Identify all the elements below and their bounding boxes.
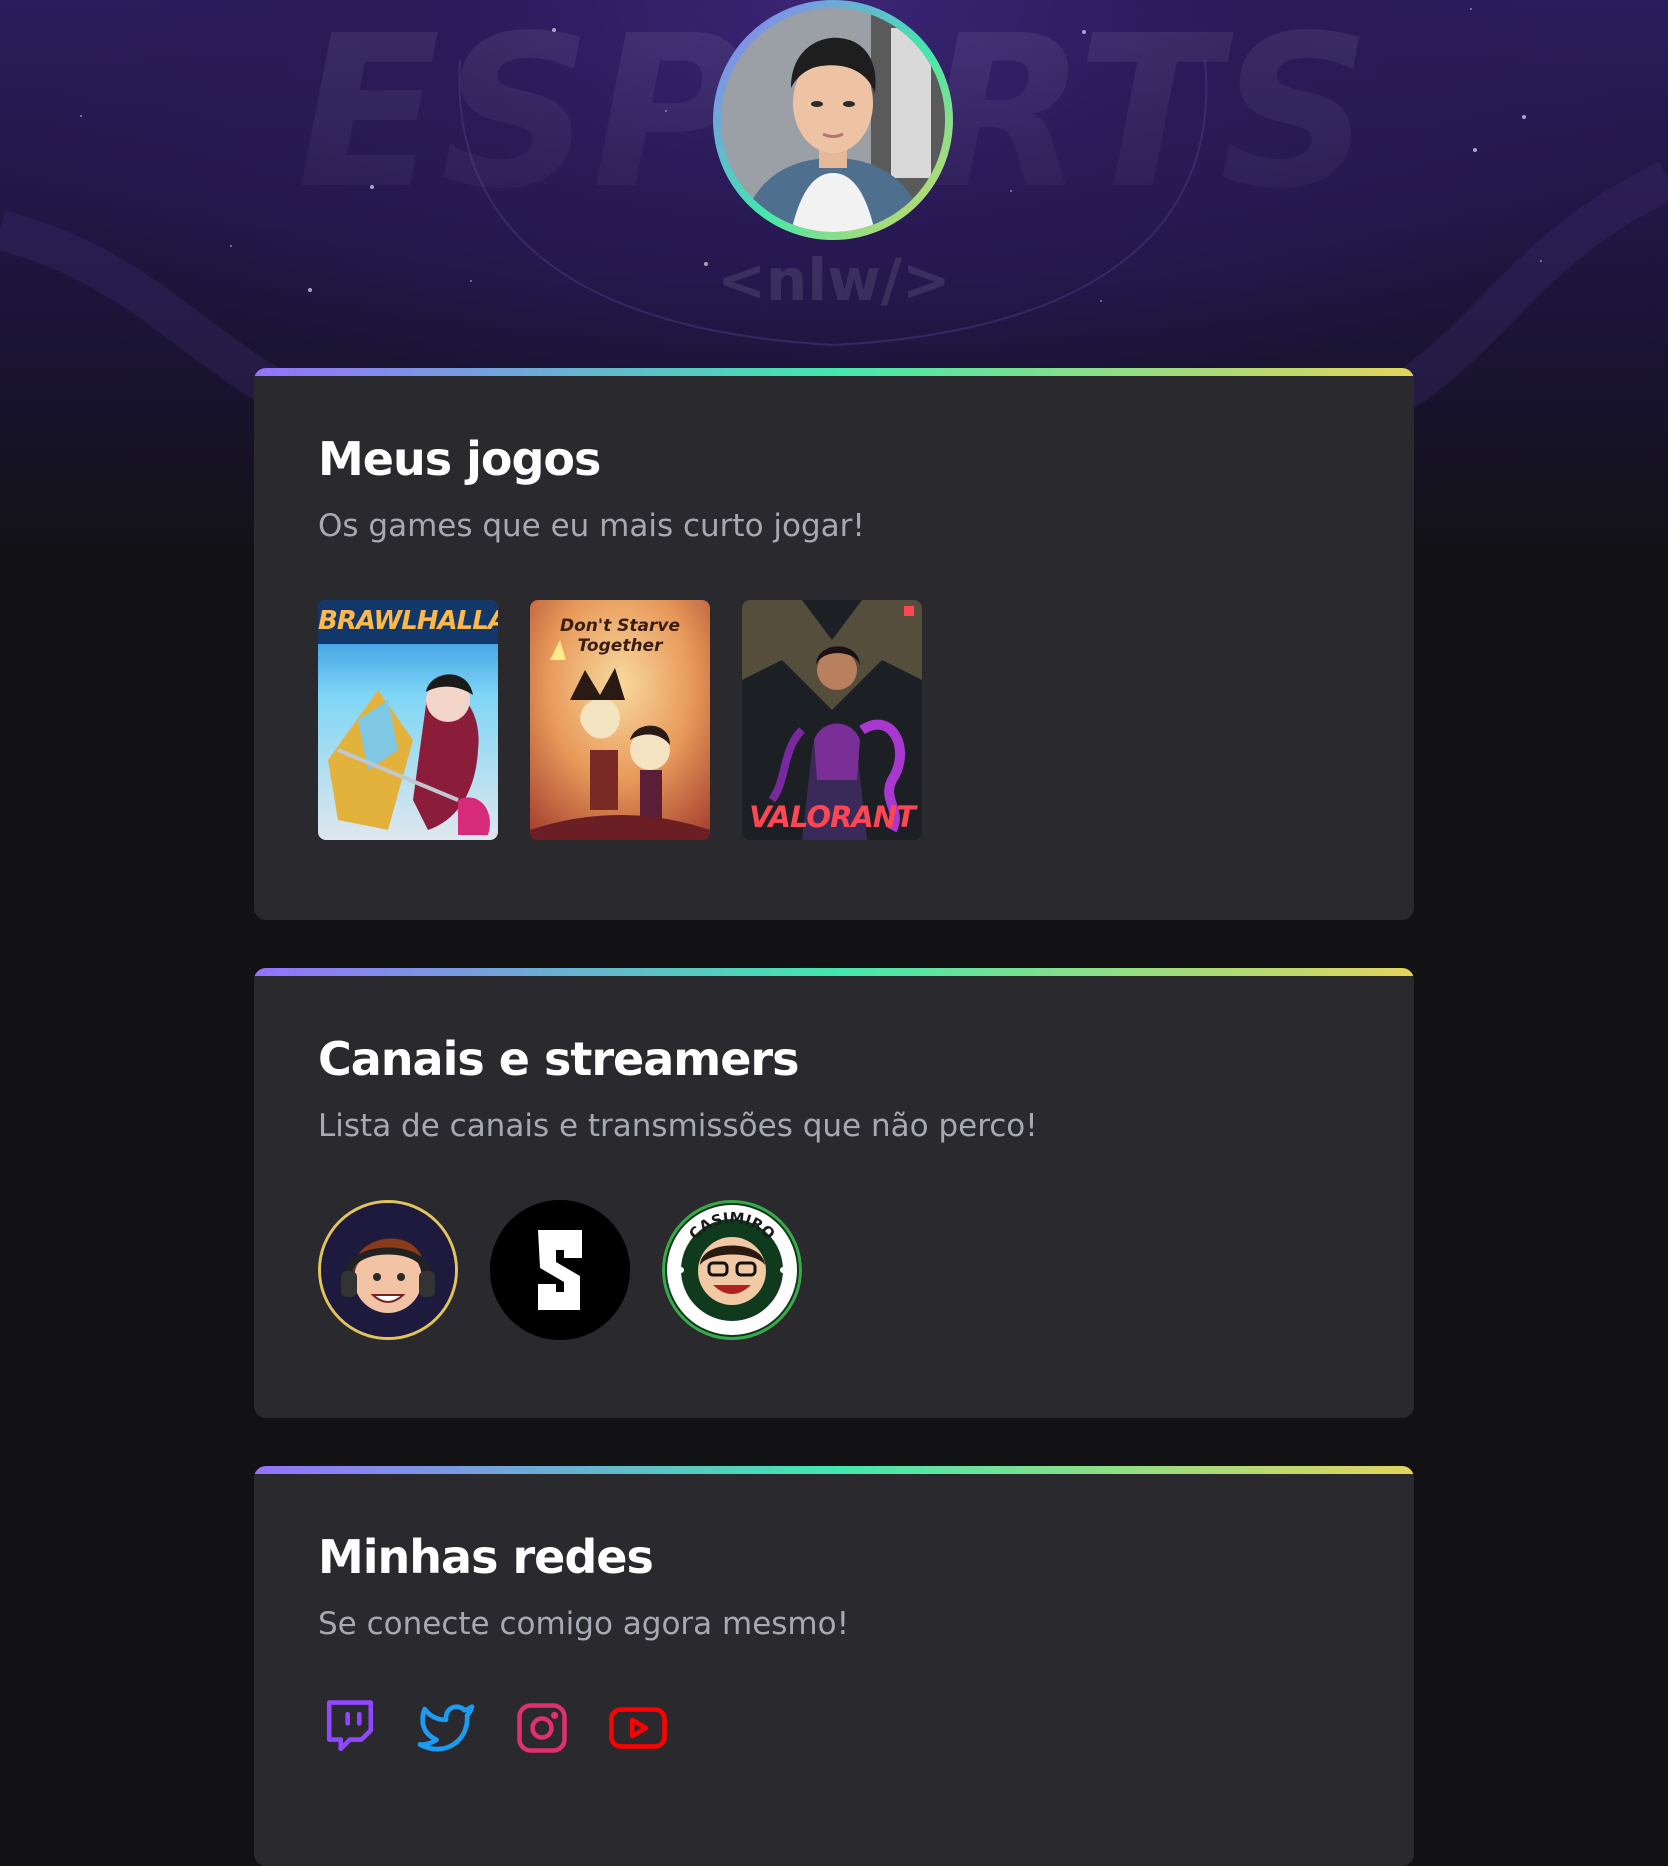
twitch-icon	[326, 1700, 374, 1752]
star	[704, 262, 708, 266]
profile-photo-icon	[721, 8, 945, 232]
channels-card: Canais e streamers Lista de canais e tra…	[254, 968, 1414, 1418]
channel-streamer-1[interactable]	[318, 1200, 458, 1340]
star	[1470, 8, 1472, 10]
channel-streamer-3[interactable]: CASIMIRO	[662, 1200, 802, 1340]
games-card: Meus jogos Os games que eu mais curto jo…	[254, 368, 1414, 920]
star	[1540, 260, 1542, 262]
social-subtitle: Se conecte comigo agora mesmo!	[318, 1606, 850, 1642]
nlw-watermark-text: <nlw/>	[717, 246, 950, 314]
channel-logo-icon	[490, 1200, 630, 1340]
star	[230, 245, 232, 247]
star	[308, 288, 312, 292]
brawlhalla-cover-icon	[318, 600, 498, 840]
instagram-icon	[517, 1703, 567, 1753]
channel-streamer-2[interactable]	[490, 1200, 630, 1340]
star	[552, 28, 556, 32]
social-card: Minhas redes Se conecte comigo agora mes…	[254, 1466, 1414, 1866]
casimiro-badge-icon: CASIMIRO	[666, 1204, 798, 1336]
star	[80, 115, 82, 117]
youtube-link[interactable]	[606, 1696, 670, 1760]
star	[1522, 115, 1526, 119]
game-card-dont-starve[interactable]: Don't Starve Together	[530, 600, 710, 840]
social-title: Minhas redes	[318, 1530, 654, 1584]
twitch-link[interactable]	[318, 1696, 382, 1760]
avatar	[721, 8, 945, 232]
game-card-valorant[interactable]: VALORANT	[742, 600, 922, 840]
streamer-avatar-icon	[321, 1203, 455, 1337]
youtube-icon	[609, 1707, 667, 1749]
games-subtitle: Os games que eu mais curto jogar!	[318, 508, 865, 544]
games-title: Meus jogos	[318, 432, 601, 486]
game-title: VALORANT	[749, 800, 916, 834]
game-title: Don't Starve Together	[560, 616, 680, 656]
channels-subtitle: Lista de canais e transmissões que não p…	[318, 1108, 1038, 1144]
star	[665, 110, 667, 112]
star	[1010, 190, 1012, 192]
star	[370, 185, 374, 189]
channels-title: Canais e streamers	[318, 1032, 799, 1086]
game-card-brawlhalla[interactable]: BRAWLHALLA	[318, 600, 498, 840]
game-title: BRAWLHALLA	[318, 606, 498, 636]
avatar-ring	[713, 0, 953, 240]
instagram-link[interactable]	[510, 1696, 574, 1760]
twitter-icon	[417, 1704, 475, 1752]
star	[1473, 148, 1477, 152]
star	[470, 280, 472, 282]
star	[1082, 30, 1086, 34]
twitter-link[interactable]	[414, 1696, 478, 1760]
star	[1100, 300, 1102, 302]
